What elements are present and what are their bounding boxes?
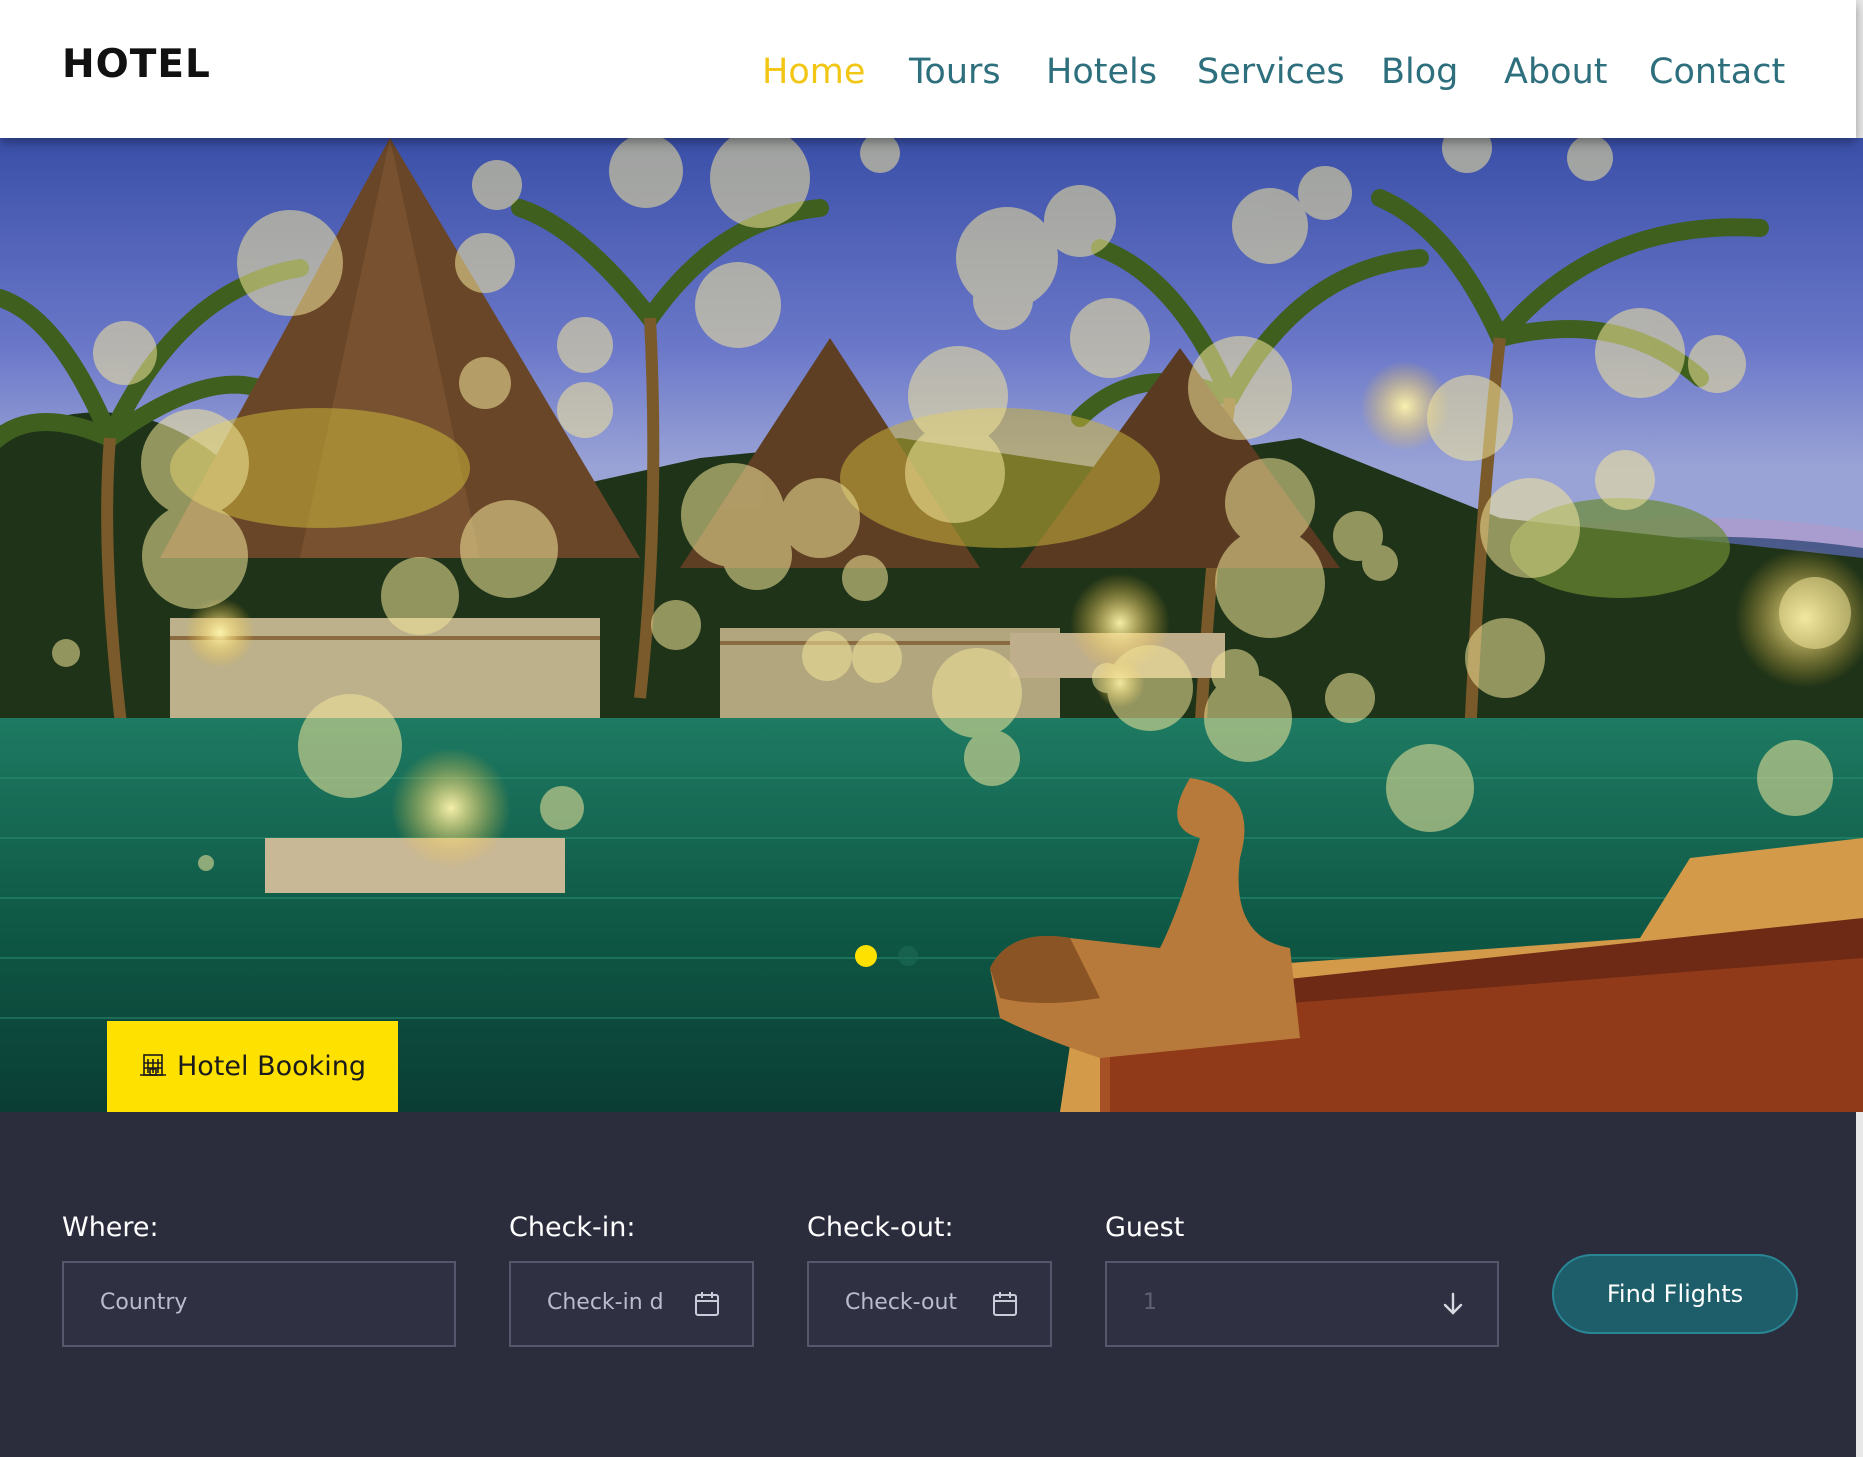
- arrow-down-icon: [1441, 1291, 1465, 1321]
- nav-blog[interactable]: Blog: [1381, 52, 1458, 92]
- where-label: Where:: [62, 1212, 159, 1243]
- calendar-icon[interactable]: [992, 1291, 1018, 1321]
- slider-dot[interactable]: [898, 946, 918, 966]
- site-header: HOTEL Home Tours Hotels Services Blog Ab…: [0, 0, 1856, 138]
- checkout-placeholder: Check-out date: [845, 1290, 963, 1315]
- checkout-field[interactable]: Check-out date: [807, 1261, 1052, 1347]
- guest-select[interactable]: 1: [1105, 1261, 1499, 1347]
- nav-about[interactable]: About: [1504, 52, 1607, 92]
- hotel-booking-tab[interactable]: Hotel Booking: [107, 1021, 398, 1112]
- nav-tours[interactable]: Tours: [909, 52, 1001, 92]
- nav-contact[interactable]: Contact: [1649, 52, 1785, 92]
- guest-value: 1: [1143, 1290, 1157, 1315]
- checkin-field[interactable]: Check-in date: [509, 1261, 754, 1347]
- guest-label: Guest: [1105, 1212, 1185, 1243]
- nav-services[interactable]: Services: [1197, 52, 1345, 92]
- slider-dot-active[interactable]: [855, 945, 877, 967]
- brand-logo[interactable]: HOTEL: [62, 42, 211, 87]
- nav-hotels[interactable]: Hotels: [1046, 52, 1157, 92]
- hotel-booking-label: Hotel Booking: [176, 1051, 367, 1082]
- checkin-placeholder: Check-in date: [547, 1290, 665, 1315]
- resort-scene: [0, 138, 1863, 1112]
- checkout-label: Check-out:: [807, 1212, 954, 1243]
- where-field[interactable]: Country: [62, 1261, 456, 1347]
- calendar-icon[interactable]: [694, 1291, 720, 1321]
- hotel-building-icon: [139, 1052, 167, 1082]
- checkin-label: Check-in:: [509, 1212, 636, 1243]
- nav-home[interactable]: Home: [762, 52, 865, 92]
- find-flights-button[interactable]: Find Flights: [1552, 1254, 1798, 1334]
- hero-image: [0, 138, 1863, 1112]
- where-placeholder: Country: [100, 1290, 188, 1315]
